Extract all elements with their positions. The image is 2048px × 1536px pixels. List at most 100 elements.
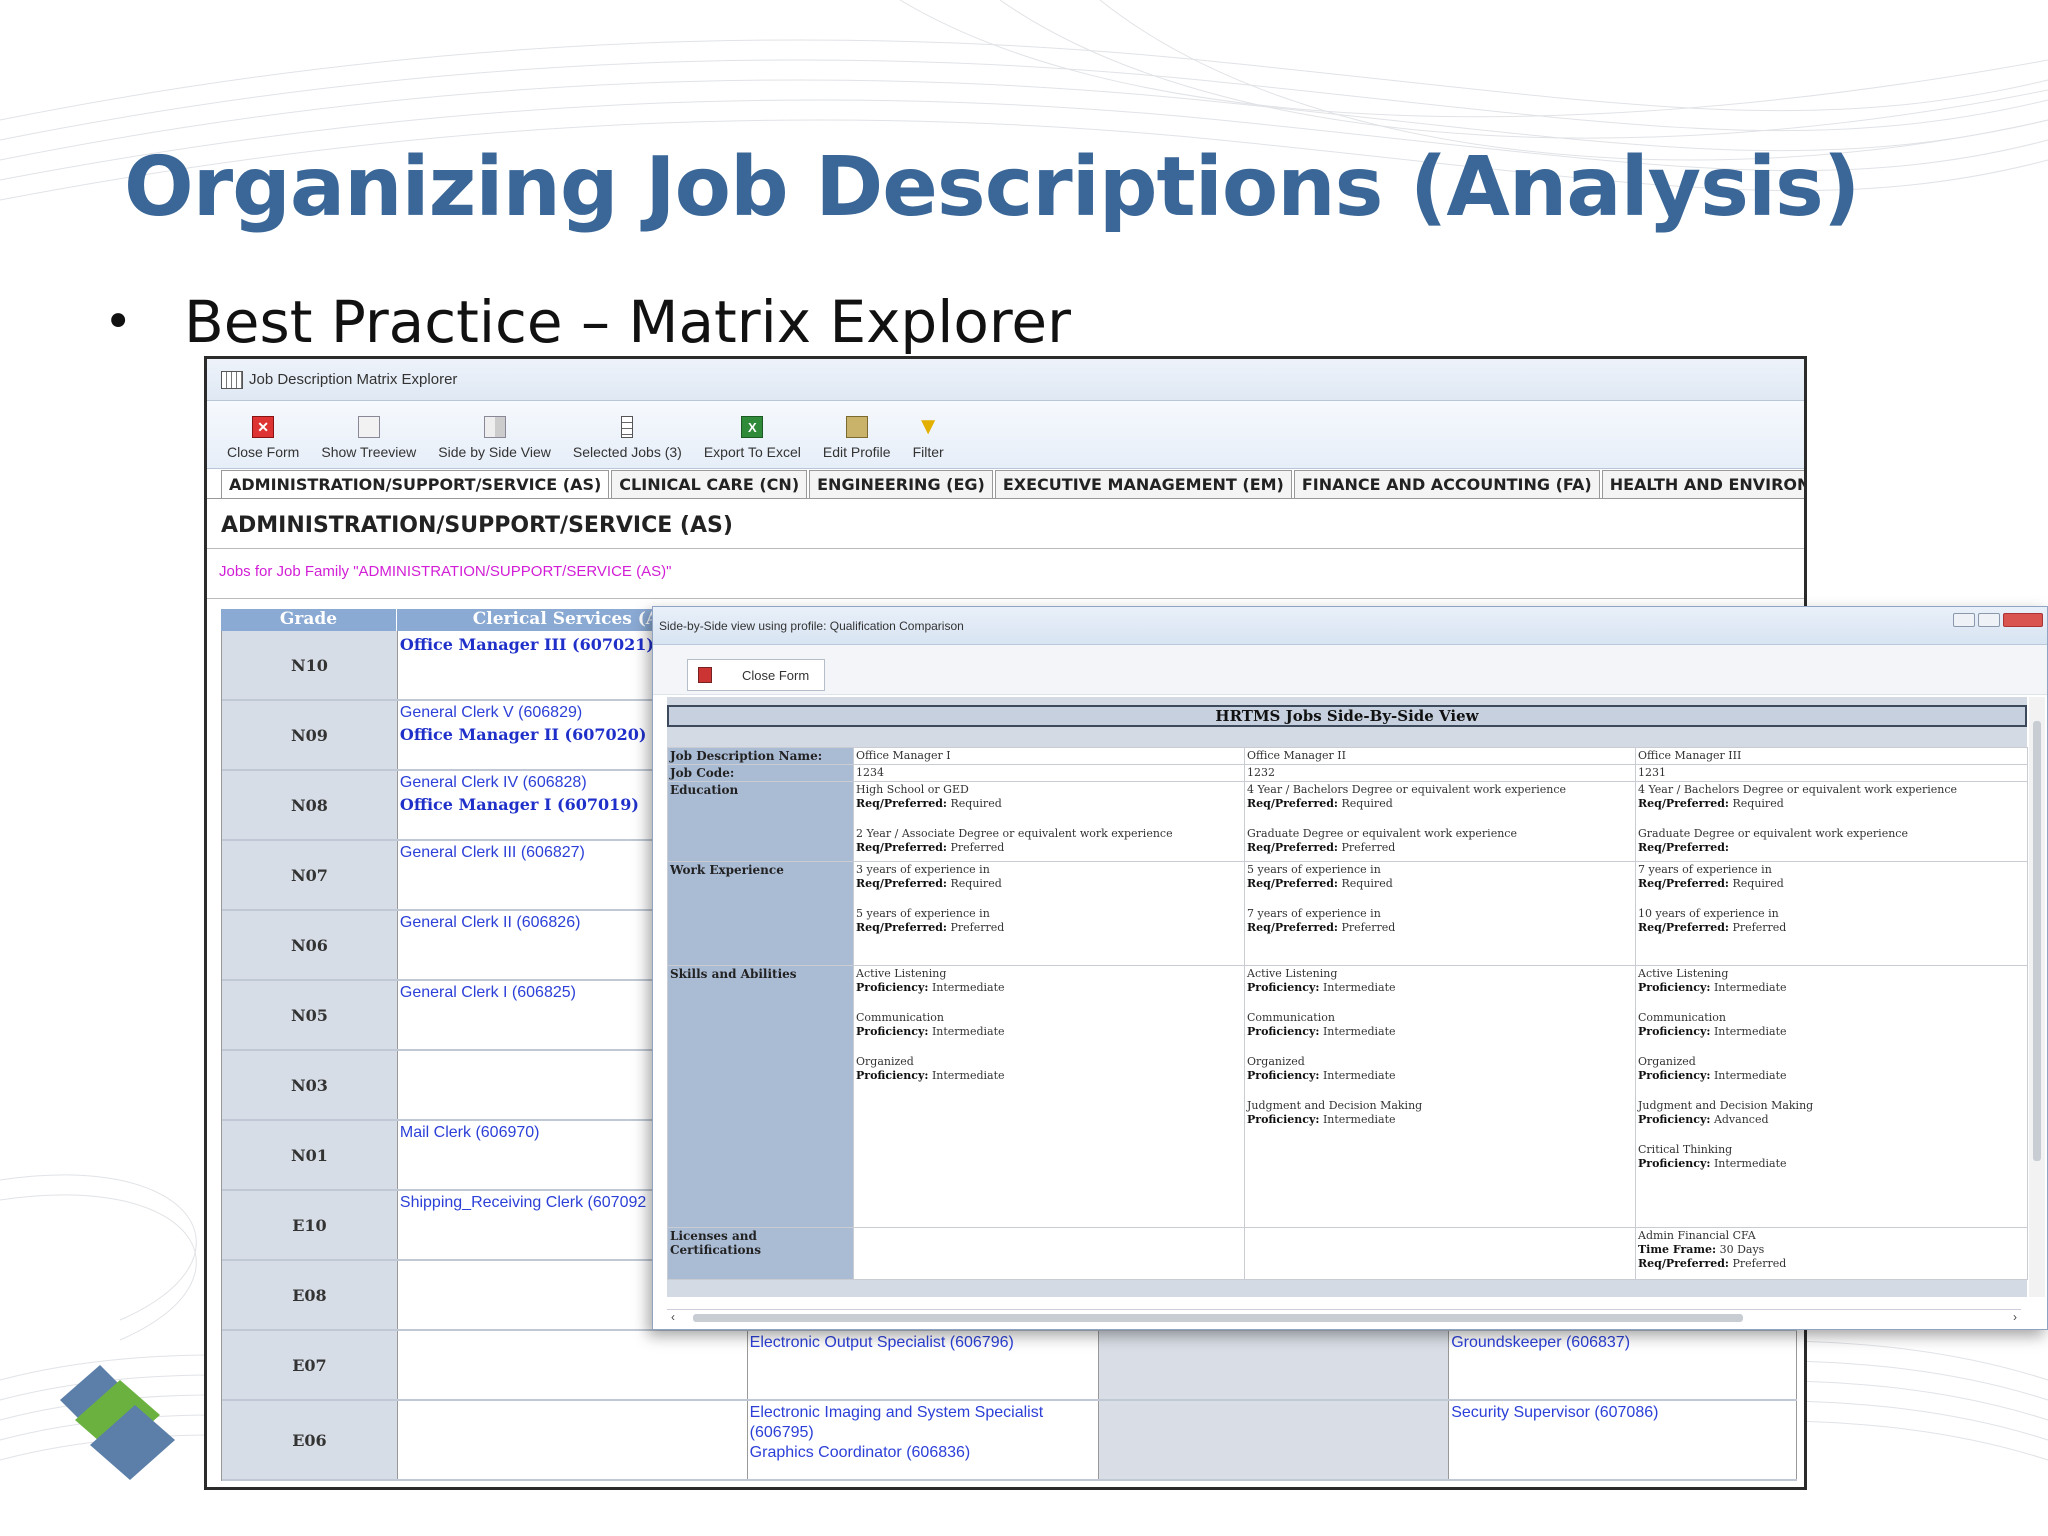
maximize-button[interactable] (1978, 613, 2000, 627)
selected-jobs-button[interactable]: Selected Jobs (3) (573, 416, 682, 460)
filter-label: Filter (912, 444, 944, 460)
close-form-label-overlay: Close Form (742, 667, 810, 683)
req-preferred: Req/Preferred: Preferred (1247, 841, 1633, 855)
minimize-button[interactable] (1953, 613, 1975, 627)
toolbar: ✕ Close Form Show Treeview Side by Side … (207, 401, 1804, 469)
job-value-cell: High School or GED Req/Preferred: Require… (853, 781, 1245, 862)
job-cell: Security Supervisor (607086) (1449, 1401, 1798, 1479)
filter-icon: ▼ (916, 413, 941, 440)
treeview-icon (357, 416, 380, 438)
edit-profile-icon (845, 416, 868, 438)
comparison-row: Job Code: 1234 1232 1231 (667, 764, 2028, 782)
export-excel-button[interactable]: X Export To Excel (704, 416, 801, 460)
req-preferred: Req/Preferred: Preferred (1638, 921, 2025, 935)
req-preferred: Req/Preferred: Required (856, 797, 1242, 811)
grade-cell: N07 (222, 841, 398, 909)
job-value-cell: 3 years of experience in Req/Preferred: R… (853, 861, 1245, 966)
job-link[interactable]: Groundskeeper (606837) (1451, 1333, 1794, 1353)
close-form-button-overlay[interactable]: Close Form (687, 659, 825, 691)
grade-cell: N05 (222, 981, 398, 1049)
field-value: Required (950, 877, 1002, 890)
row-label: Licenses and Certifications (667, 1227, 854, 1280)
req-preferred: Req/Preferred: Preferred (856, 921, 1242, 935)
tab-finance-accounting[interactable]: FINANCE AND ACCOUNTING (FA) (1293, 470, 1600, 498)
grade-cell: E06 (222, 1401, 398, 1479)
field-label: Proficiency: (1638, 1025, 1711, 1038)
row-label: Job Code: (667, 764, 854, 782)
horizontal-scroll-thumb[interactable] (693, 1314, 1743, 1322)
work-item: 7 years of experience in (1247, 907, 1381, 920)
field-value: Preferred (1341, 841, 1396, 854)
row-label: Education (667, 781, 854, 862)
job-link[interactable]: Electronic Output Specialist (606796) (750, 1333, 1097, 1353)
field-label: Req/Preferred: (1247, 921, 1338, 934)
tab-executive-management[interactable]: EXECUTIVE MANAGEMENT (EM) (994, 470, 1292, 498)
work-item: 10 years of experience in (1638, 907, 1779, 920)
work-item: 3 years of experience in (856, 863, 990, 876)
work-item: 5 years of experience in (856, 907, 990, 920)
vertical-scroll-thumb[interactable] (2033, 721, 2041, 1161)
job-name: Office Manager I (856, 749, 951, 762)
job-value-cell: 1231 (1635, 764, 2028, 782)
tab-engineering[interactable]: ENGINEERING (EG) (809, 470, 993, 498)
show-treeview-button[interactable]: Show Treeview (321, 416, 416, 460)
education-item: High School or GED (856, 783, 969, 796)
req-preferred: Req/Preferred: Required (1247, 877, 1633, 891)
req-preferred: Req/Preferred: Preferred (1638, 1257, 2025, 1271)
field-label: Req/Preferred: (1638, 921, 1729, 934)
license-item: Admin Financial CFA (1638, 1229, 1756, 1242)
close-window-button[interactable] (2003, 613, 2043, 627)
slide-title: Organizing Job Descriptions (Analysis) (124, 140, 1860, 235)
job-cell: Groundskeeper (606837) (1449, 1331, 1798, 1399)
work-item: 7 years of experience in (1638, 863, 1772, 876)
education-item: 4 Year / Bachelors Degree or equivalent … (1638, 783, 1958, 796)
job-code: 1232 (1247, 766, 1275, 779)
proficiency: Proficiency: Intermediate (1638, 981, 2025, 995)
field-label: Proficiency: (1638, 1069, 1711, 1082)
job-value-cell: 1234 (853, 764, 1245, 782)
export-excel-label: Export To Excel (703, 444, 801, 460)
bullet-item: • Best Practice – Matrix Explorer (104, 288, 1071, 356)
skill-item: Organized (1638, 1055, 1696, 1068)
skill-item: Judgment and Decision Making (1638, 1099, 1814, 1112)
grade-column-header[interactable]: Grade (221, 609, 397, 631)
excel-icon: X (741, 416, 764, 438)
field-label: Req/Preferred: (1247, 841, 1338, 854)
skill-item: Organized (856, 1055, 914, 1068)
job-link[interactable]: Graphics Coordinator (606836) (750, 1443, 1097, 1463)
field-value: Intermediate (1322, 981, 1396, 994)
tab-clinical-care[interactable]: CLINICAL CARE (CN) (611, 470, 808, 498)
close-form-button[interactable]: ✕ Close Form (227, 416, 299, 460)
tab-administration[interactable]: ADMINISTRATION/SUPPORT/SERVICE (AS) (221, 470, 610, 498)
proficiency: Proficiency: Intermediate (1638, 1157, 2025, 1171)
field-value: Intermediate (1322, 1113, 1396, 1126)
job-value-cell: Admin Financial CFA Time Frame: 30 Days Re… (1635, 1227, 2028, 1280)
field-label: Req/Preferred: (856, 877, 947, 890)
row-label: Skills and Abilities (667, 965, 854, 1228)
scroll-right-icon[interactable]: › (2013, 1310, 2017, 1324)
grid-row: E06 Electronic Imaging and System Special… (222, 1401, 1798, 1481)
field-value: Required (1732, 797, 1784, 810)
field-value: Advanced (1713, 1113, 1769, 1126)
edit-profile-button[interactable]: Edit Profile (823, 416, 891, 460)
tab-health-environ[interactable]: HEALTH AND ENVIRON (1601, 470, 1804, 498)
proficiency: Proficiency: Intermediate (1638, 1025, 2025, 1039)
scroll-left-icon[interactable]: ‹ (671, 1310, 675, 1324)
vertical-scrollbar[interactable] (2029, 697, 2045, 1297)
side-by-side-label: Side by Side View (438, 444, 551, 460)
horizontal-scrollbar[interactable]: ‹ › (667, 1309, 2021, 1325)
grade-cell: E07 (222, 1331, 398, 1399)
job-name: Office Manager III (1638, 749, 1742, 762)
job-link[interactable]: Electronic Imaging and System Specialist… (750, 1403, 1097, 1443)
skill-item: Active Listening (1247, 967, 1338, 980)
side-by-side-button[interactable]: Side by Side View (438, 416, 551, 460)
side-by-side-title: Side-by-Side view using profile: Qualifi… (659, 618, 964, 633)
filter-button[interactable]: ▼ Filter (912, 413, 944, 460)
field-label: Proficiency: (1638, 1113, 1711, 1126)
skill-item: Judgment and Decision Making (1247, 1099, 1423, 1112)
job-link[interactable]: Security Supervisor (607086) (1451, 1403, 1794, 1423)
